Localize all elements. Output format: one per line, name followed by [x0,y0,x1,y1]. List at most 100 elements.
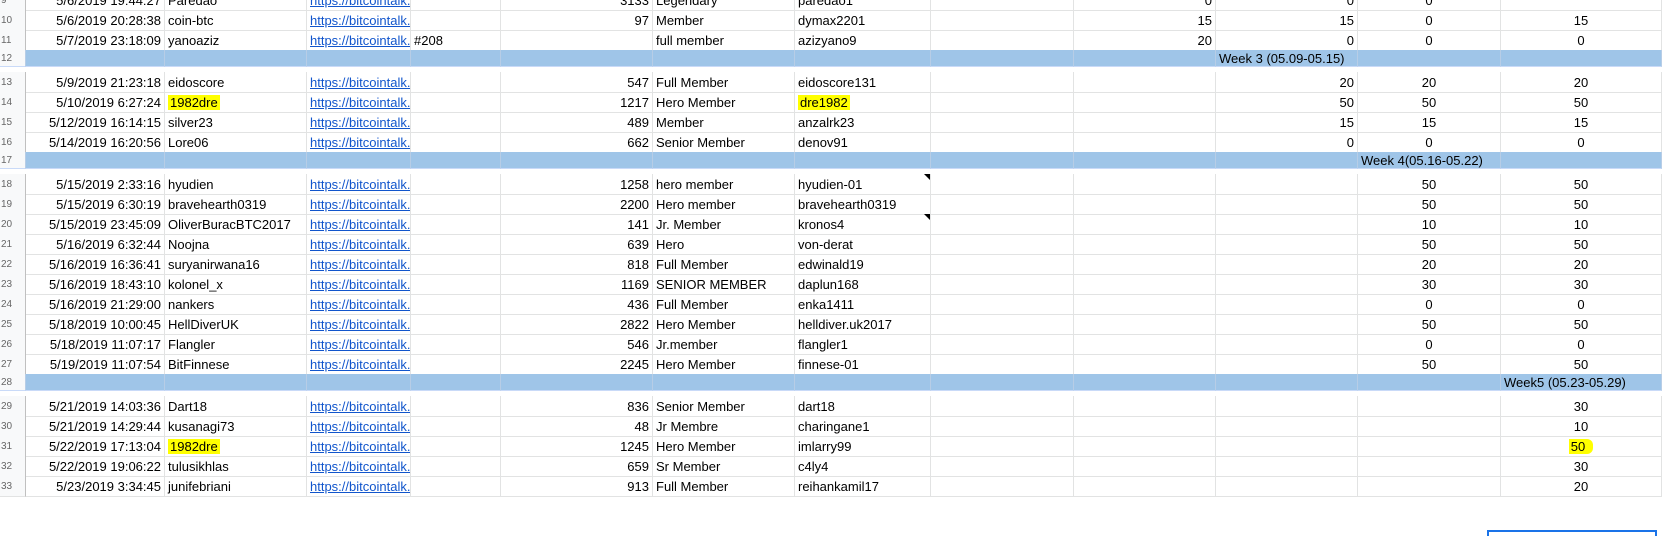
row-number[interactable]: 28 [0,374,26,391]
row-number[interactable]: 25 [0,314,26,335]
spreadsheet-grid[interactable]: 9 5/6/2019 19:44:27 Paredao https://bitcoin… [0,0,1662,537]
cell-ts[interactable]: 5/12/2019 16:14:15 [26,112,165,133]
cell-j[interactable] [1216,254,1358,275]
cell-posts[interactable]: 913 [501,476,653,497]
cell-l[interactable]: 10 [1501,416,1662,437]
cell-i[interactable]: 20 [1074,30,1216,51]
cell-comment[interactable] [411,416,501,437]
cell-l[interactable]: 20 [1501,476,1662,497]
cell-rank[interactable]: Hero Member [653,314,795,335]
cell-rank[interactable]: Senior Member [653,396,795,417]
cell-name[interactable] [795,50,931,67]
cell-h[interactable] [931,30,1074,51]
cell-l[interactable]: 30 [1501,456,1662,477]
cell-ts[interactable]: 5/22/2019 17:13:04 [26,436,165,457]
cell-ts[interactable]: 5/15/2019 6:30:19 [26,194,165,215]
row-number[interactable]: 11 [0,30,26,51]
profile-link[interactable]: https://bitcointalk.o [310,197,410,212]
row-number[interactable]: 32 [0,456,26,477]
cell-j[interactable] [1216,396,1358,417]
cell-user[interactable]: OliverBuracBTC2017 [165,214,307,235]
cell-k[interactable]: 20 [1358,254,1501,275]
cell-user[interactable]: suryanirwana16 [165,254,307,275]
row-number[interactable]: 27 [0,354,26,375]
cell-user[interactable]: kusanagi73 [165,416,307,437]
cell-comment[interactable] [411,294,501,315]
cell-j[interactable] [1216,234,1358,255]
cell-link[interactable]: https://bitcointalk.o [307,234,411,255]
cell-name[interactable]: eidoscore131 [795,72,931,93]
cell-posts[interactable]: 818 [501,254,653,275]
row-number[interactable]: 14 [0,92,26,113]
profile-link[interactable]: https://bitcointalk.o [310,217,410,232]
cell-link[interactable]: https://bitcointalk.o [307,314,411,335]
cell-name[interactable] [795,374,931,391]
cell-i[interactable] [1074,254,1216,275]
cell-posts[interactable]: 489 [501,112,653,133]
cell-posts[interactable]: 436 [501,294,653,315]
row-number[interactable]: 29 [0,396,26,417]
cell-j[interactable]: 15 [1216,112,1358,133]
cell-ts[interactable]: 5/9/2019 21:23:18 [26,72,165,93]
cell-rank[interactable]: Hero Member [653,354,795,375]
cell-i[interactable] [1074,314,1216,335]
cell-j[interactable] [1216,354,1358,375]
cell-l[interactable]: 30 [1501,396,1662,417]
row-number[interactable]: 19 [0,194,26,215]
cell-j[interactable] [1216,314,1358,335]
cell-posts[interactable]: 97 [501,10,653,31]
cell-j[interactable] [1216,456,1358,477]
cell-posts[interactable]: 1169 [501,274,653,295]
cell-posts[interactable] [501,374,653,391]
cell-user[interactable]: bravehearth0319 [165,194,307,215]
cell-name[interactable]: c4ly4 [795,456,931,477]
cell-posts[interactable]: 547 [501,72,653,93]
cell-h[interactable] [931,214,1074,235]
row-number[interactable]: 21 [0,234,26,255]
profile-link[interactable]: https://bitcointalk.o [310,479,410,494]
cell-comment[interactable] [411,436,501,457]
profile-link[interactable]: https://bitcointalk.o [310,0,410,8]
cell-posts[interactable]: 48 [501,416,653,437]
cell-i[interactable] [1074,396,1216,417]
cell-user[interactable] [165,152,307,169]
cell-posts[interactable] [501,152,653,169]
row-number[interactable]: 20 [0,214,26,235]
cell-user[interactable]: hyudien [165,174,307,195]
cell-comment[interactable] [411,396,501,417]
cell-rank[interactable]: Hero Member [653,92,795,113]
cell-i[interactable] [1074,456,1216,477]
cell-user[interactable]: Dart18 [165,396,307,417]
cell-rank[interactable] [653,374,795,391]
profile-link[interactable]: https://bitcointalk.o [310,75,410,90]
cell-l[interactable]: 30 [1501,274,1662,295]
cell-posts[interactable]: 836 [501,396,653,417]
cell-comment[interactable] [411,92,501,113]
cell-comment[interactable] [411,456,501,477]
cell-rank[interactable]: Member [653,112,795,133]
cell-l[interactable]: 10 [1501,214,1662,235]
cell-user[interactable]: coin-btc [165,10,307,31]
cell-h[interactable] [931,234,1074,255]
cell-posts[interactable]: 2200 [501,194,653,215]
cell-l[interactable] [1501,152,1662,169]
cell-l[interactable]: 20 [1501,72,1662,93]
cell-k[interactable] [1358,436,1501,457]
cell-k[interactable]: 0 [1358,294,1501,315]
cell-k[interactable]: 50 [1358,92,1501,113]
cell-h[interactable] [931,10,1074,31]
cell-ts[interactable]: 5/19/2019 11:07:54 [26,354,165,375]
cell-ts[interactable]: 5/14/2019 16:20:56 [26,132,165,153]
cell-user[interactable] [165,50,307,67]
cell-posts[interactable] [501,50,653,67]
row-number[interactable]: 18 [0,174,26,195]
cell-i[interactable] [1074,334,1216,355]
cell-i[interactable] [1074,112,1216,133]
cell-user[interactable]: BitFinnese [165,354,307,375]
cell-l[interactable] [1501,50,1662,67]
cell-name[interactable]: imlarry99 [795,436,931,457]
cell-rank[interactable]: Jr Membre [653,416,795,437]
profile-link[interactable]: https://bitcointalk.o [310,95,410,110]
cell-h[interactable] [931,294,1074,315]
cell-i[interactable] [1074,132,1216,153]
